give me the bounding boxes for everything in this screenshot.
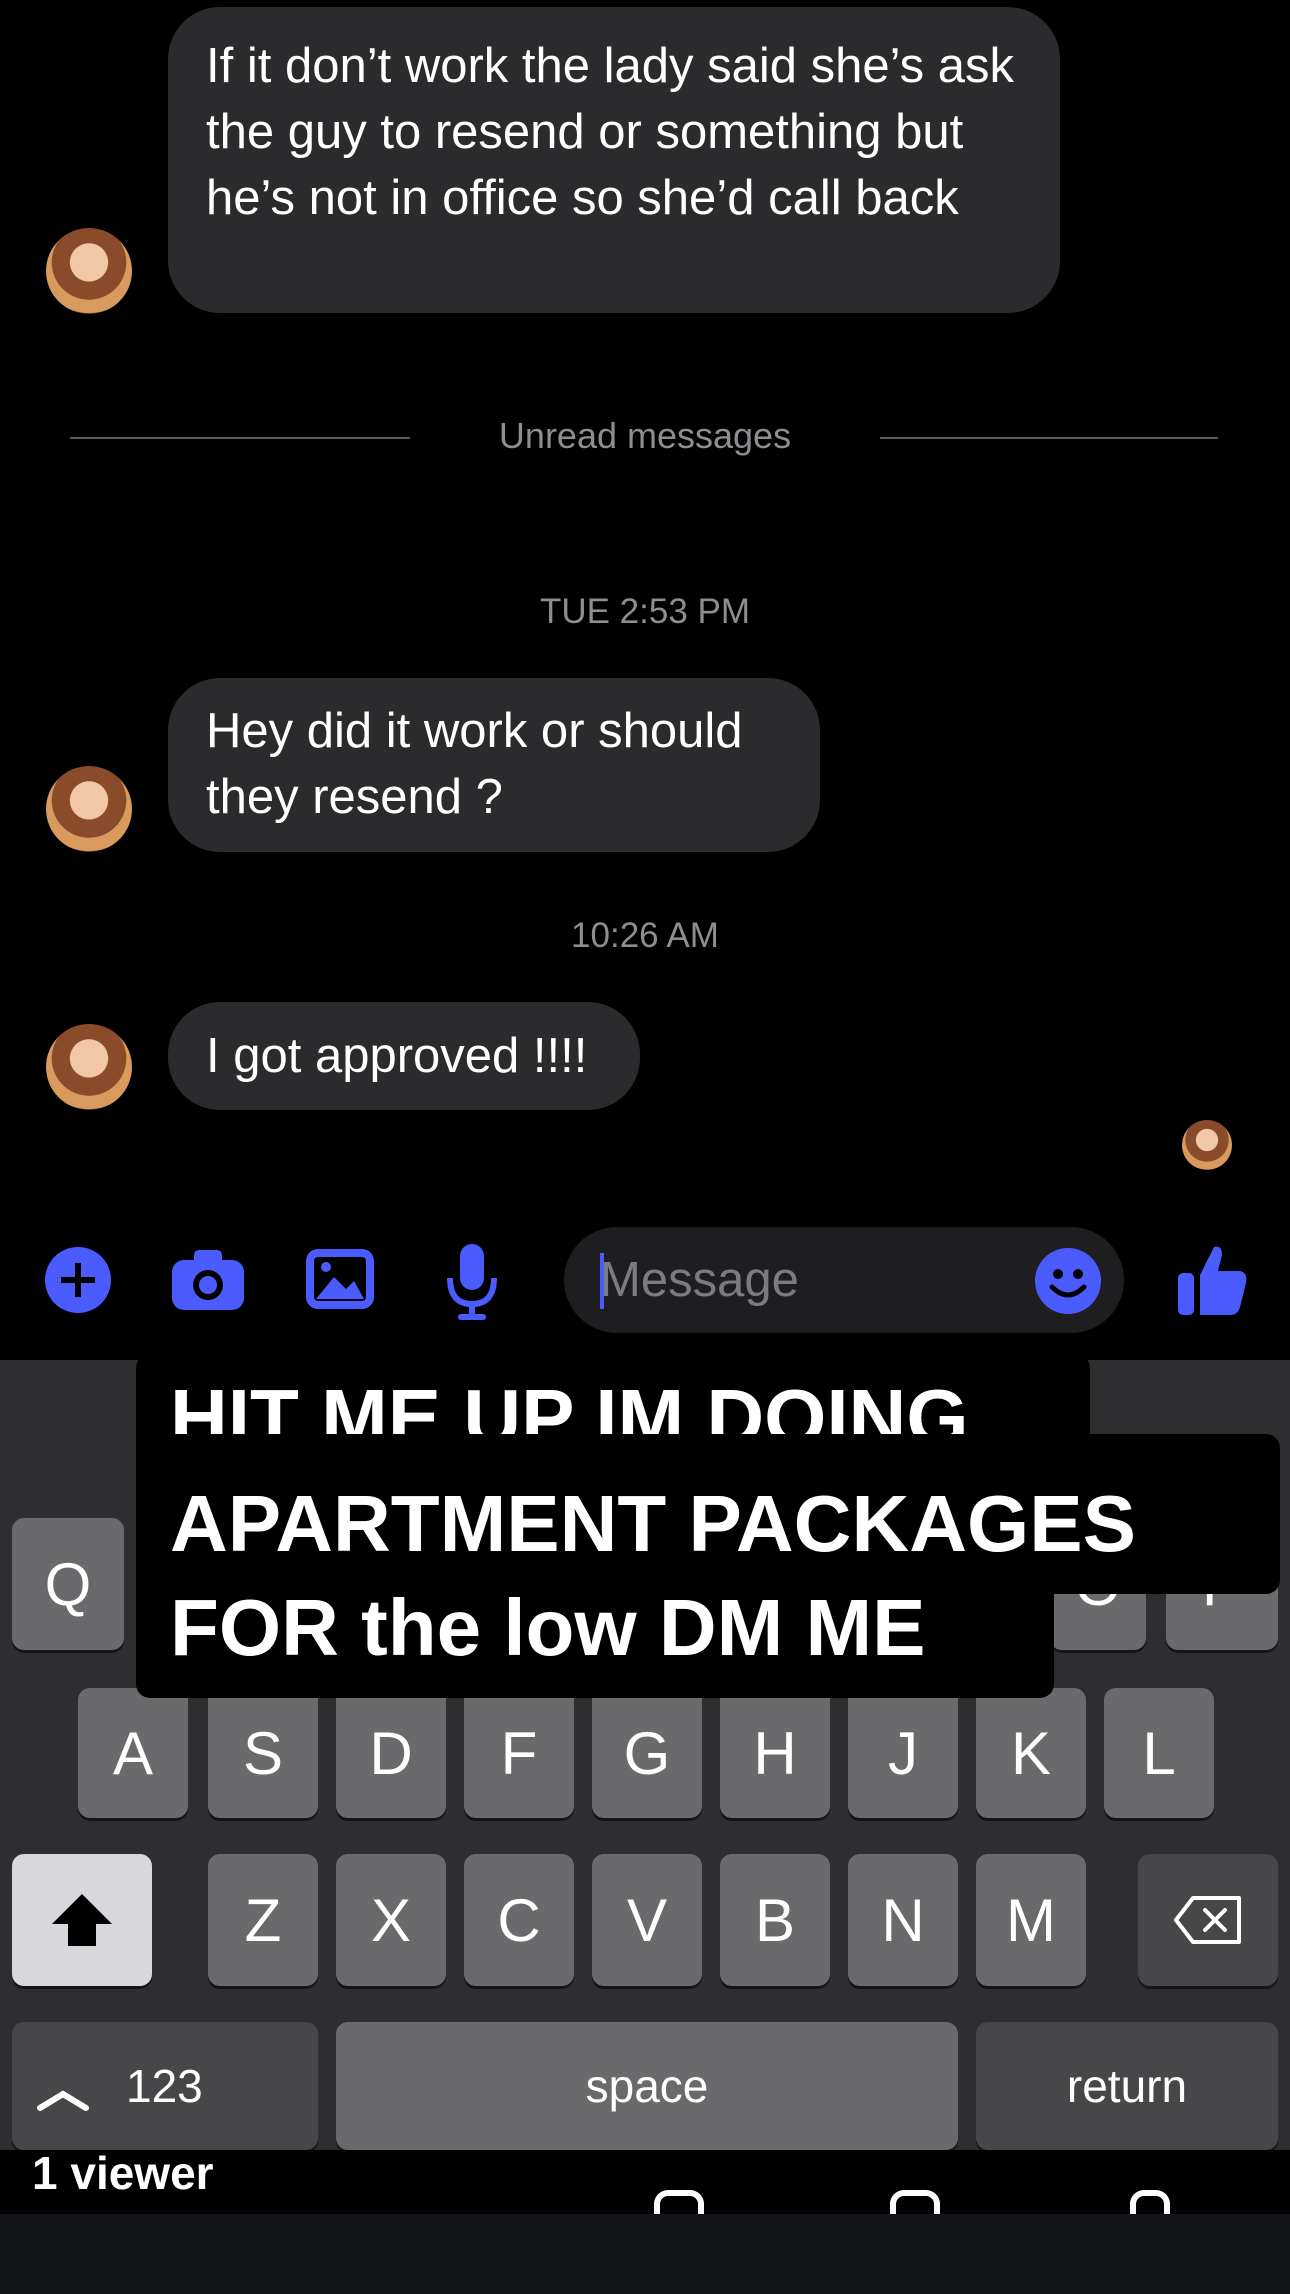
timestamp: TUE 2:53 PM: [539, 592, 751, 631]
share-icon[interactable]: [1130, 2190, 1170, 2214]
space-key-label: space: [585, 2060, 709, 2112]
emoji-button[interactable]: [1034, 1247, 1102, 1315]
space-key[interactable]: space: [336, 2022, 958, 2150]
message-bubble[interactable]: I got approved !!!!: [168, 1002, 640, 1110]
gallery-button[interactable]: [304, 1246, 376, 1312]
backspace-icon: [1174, 1896, 1241, 1944]
read-receipt-avatar: [1182, 1120, 1232, 1170]
key-s[interactable]: S: [208, 1688, 318, 1818]
caption-text: APARTMENT PACKAGES: [170, 1479, 1136, 1568]
text-cursor: [600, 1253, 604, 1309]
message-input[interactable]: [600, 1227, 1020, 1333]
unread-messages-label: Unread messages: [498, 415, 792, 456]
camera-icon: [172, 1250, 244, 1310]
numbers-key-label: 123: [126, 2060, 203, 2112]
message-composer: [0, 1212, 1290, 1362]
key-z[interactable]: Z: [208, 1854, 318, 1986]
key-h[interactable]: H: [720, 1688, 830, 1818]
shift-arrow-icon: [52, 1894, 112, 1946]
delete-key[interactable]: [1138, 1854, 1278, 1986]
key-c[interactable]: C: [464, 1854, 574, 1986]
bottom-strip: [0, 2214, 1290, 2294]
microphone-button[interactable]: [444, 1242, 500, 1322]
key-x[interactable]: X: [336, 1854, 446, 1986]
caption-text: FOR the low DM ME: [170, 1583, 926, 1672]
return-key[interactable]: return: [976, 2022, 1278, 2150]
camera-button[interactable]: [170, 1246, 246, 1314]
viewer-count[interactable]: 1 viewer: [32, 2146, 214, 2200]
like-button[interactable]: [1176, 1240, 1248, 1318]
plus-icon: [45, 1247, 111, 1313]
numbers-key[interactable]: 123: [12, 2022, 318, 2150]
message-bubble[interactable]: Hey did it work or should they resend ?: [168, 678, 820, 852]
thumbs-up-icon: [1178, 1246, 1247, 1315]
contact-avatar[interactable]: [46, 1024, 132, 1110]
contact-avatar[interactable]: [46, 766, 132, 852]
key-q[interactable]: Q: [12, 1518, 124, 1650]
key-j[interactable]: J: [848, 1688, 958, 1818]
plus-button[interactable]: [44, 1246, 112, 1314]
key-d[interactable]: D: [336, 1688, 446, 1818]
emoji-icon: [1035, 1248, 1101, 1314]
key-f[interactable]: F: [464, 1688, 574, 1818]
chevron-up-icon: [37, 2090, 89, 2111]
instagram-icon[interactable]: [890, 2190, 940, 2214]
caption-line-3: FOR the low DM ME: [136, 1570, 1054, 1698]
grid-icon[interactable]: [654, 2190, 704, 2214]
image-icon: [306, 1249, 374, 1309]
unread-divider-right: [880, 437, 1218, 439]
microphone-icon: [447, 1244, 497, 1320]
key-m[interactable]: M: [976, 1854, 1086, 1986]
key-a[interactable]: A: [78, 1688, 188, 1818]
message-text: Hey did it work or should they resend ?: [206, 704, 743, 824]
message-text: I got approved !!!!: [206, 1029, 588, 1083]
message-bubble[interactable]: If it don’t work the lady said she’s ask…: [168, 7, 1060, 313]
timestamp: 10:26 AM: [571, 916, 719, 955]
key-v[interactable]: V: [592, 1854, 702, 1986]
key-l[interactable]: L: [1104, 1688, 1214, 1818]
key-n[interactable]: N: [848, 1854, 958, 1986]
message-field[interactable]: [564, 1227, 1124, 1333]
key-k[interactable]: K: [976, 1688, 1086, 1818]
return-key-label: return: [1066, 2060, 1188, 2112]
chat-thread: If it don’t work the lady said she’s ask…: [0, 0, 1290, 1360]
key-g[interactable]: G: [592, 1688, 702, 1818]
key-b[interactable]: B: [720, 1854, 830, 1986]
contact-avatar[interactable]: [46, 228, 132, 314]
message-text: If it don’t work the lady said she’s ask…: [206, 39, 1014, 225]
shift-key[interactable]: [12, 1854, 152, 1986]
